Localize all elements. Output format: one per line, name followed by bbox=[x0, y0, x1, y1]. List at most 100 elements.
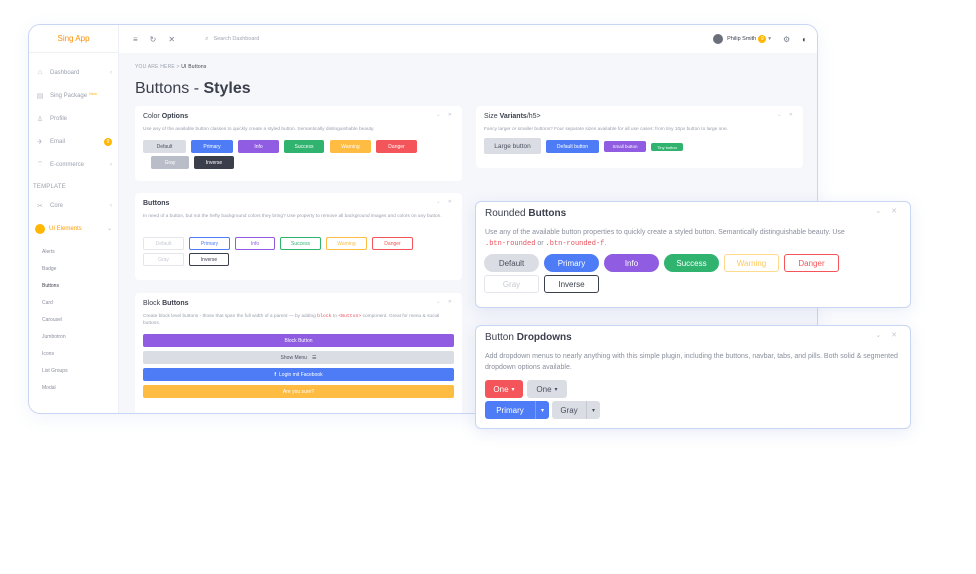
sidebar-subitem-alerts[interactable]: Alerts bbox=[29, 243, 118, 260]
close-icon[interactable]: ✕ bbox=[168, 35, 175, 44]
default-size-button[interactable]: Default button bbox=[546, 140, 599, 153]
sidebar-subitem-jumbotron[interactable]: Jumbotron bbox=[29, 328, 118, 345]
breadcrumb-current[interactable]: UI Buttons bbox=[181, 64, 206, 70]
user-name: Philip Smith bbox=[727, 36, 757, 42]
avatar bbox=[713, 34, 724, 44]
sidebar-subitem-list-groups[interactable]: List Groups bbox=[29, 362, 118, 379]
sidebar-subitem-card[interactable]: Card bbox=[29, 294, 118, 311]
menu-icon[interactable]: ≡ bbox=[133, 35, 138, 44]
sidebar-subitem-badge[interactable]: Badge bbox=[29, 260, 118, 277]
chevron-left-icon: ‹ bbox=[110, 202, 112, 209]
warning-outline-button[interactable]: Warning bbox=[326, 237, 367, 250]
facebook-login-button[interactable]: f Login mit Facebook bbox=[143, 368, 454, 381]
show-menu-button[interactable]: Show Menu ☰ bbox=[143, 351, 454, 364]
menu-icon: ☰ bbox=[311, 354, 317, 361]
danger-button[interactable]: Danger bbox=[376, 140, 417, 153]
page-title-bold: Styles bbox=[203, 80, 251, 97]
danger-outline-button[interactable]: Danger bbox=[372, 237, 413, 250]
sidebar-subitem-buttons[interactable]: Buttons bbox=[29, 277, 118, 294]
default-button[interactable]: Default bbox=[143, 140, 186, 153]
large-button[interactable]: Large button bbox=[484, 138, 541, 154]
facebook-icon: f bbox=[274, 371, 277, 378]
card-controls[interactable]: ⌄ ✕ bbox=[436, 199, 455, 205]
sidebar-item-sing-package[interactable]: ▤ Sing Package New bbox=[29, 84, 118, 107]
sidebar-item-profile[interactable]: ♙ Profile bbox=[29, 107, 118, 130]
success-button[interactable]: Success bbox=[284, 140, 324, 153]
email-badge: 9 bbox=[104, 137, 112, 146]
gray-button[interactable]: Gray bbox=[151, 156, 189, 169]
sidebar-subitem-icons[interactable]: Icons bbox=[29, 345, 118, 362]
sidebar-item-label: Core bbox=[50, 202, 64, 209]
sidebar-item-core[interactable]: ✂ Core ‹ bbox=[29, 194, 118, 217]
chevron-left-icon: ‹ bbox=[110, 69, 112, 76]
default-outline-button[interactable]: Default bbox=[143, 237, 184, 250]
inverse-button[interactable]: Inverse bbox=[194, 156, 234, 169]
search-icon: ⌕ bbox=[205, 35, 209, 42]
success-outline-button[interactable]: Success bbox=[280, 237, 321, 250]
primary-split-caret[interactable]: ▾ bbox=[535, 401, 549, 419]
gray-outline-rounded-button[interactable]: Gray bbox=[484, 275, 539, 293]
one-danger-dropdown[interactable]: One ▾ bbox=[485, 380, 523, 398]
primary-split-button[interactable]: Primary bbox=[485, 401, 535, 419]
panel-controls[interactable]: ⌄ ✕ bbox=[875, 331, 901, 339]
info-outline-button[interactable]: Info bbox=[235, 237, 275, 250]
inverse-outline-rounded-button[interactable]: Inverse bbox=[544, 275, 599, 293]
primary-outline-button[interactable]: Primary bbox=[189, 237, 230, 250]
panel-title: Button Dropdowns bbox=[485, 332, 572, 343]
small-button[interactable]: Small button bbox=[604, 141, 646, 152]
size-variants-card: Size Variants/h5> ⌄ ✕ Fancy larger or sm… bbox=[476, 106, 803, 168]
primary-rounded-button[interactable]: Primary bbox=[544, 254, 599, 272]
gray-split-button[interactable]: Gray bbox=[552, 401, 586, 419]
sidebar-subitem-carousel[interactable]: Carousel bbox=[29, 311, 118, 328]
default-rounded-button[interactable]: Default bbox=[484, 254, 539, 272]
rounded-buttons-panel: Rounded Buttons ⌄ ✕ Use any of the avail… bbox=[475, 201, 911, 308]
panel-title: Rounded Buttons bbox=[485, 208, 567, 219]
card-controls[interactable]: ⌄ ✕ bbox=[777, 112, 796, 118]
notification-badge: 9 bbox=[758, 35, 767, 43]
tiny-button[interactable]: Tiny button bbox=[651, 143, 683, 151]
info-rounded-button[interactable]: Info bbox=[604, 254, 659, 272]
profile-icon: ♙ bbox=[36, 115, 44, 123]
one-gray-dropdown[interactable]: One ▾ bbox=[527, 380, 567, 398]
card-controls[interactable]: ⌄ ✕ bbox=[436, 299, 455, 305]
card-title: Color Options bbox=[143, 113, 189, 120]
app-logo[interactable]: Sing App bbox=[29, 25, 118, 53]
gray-split-caret[interactable]: ▾ bbox=[586, 401, 600, 419]
sidebar-subitem-modal[interactable]: Modal bbox=[29, 379, 118, 396]
sidebar-item-label: UI Elements bbox=[49, 225, 82, 232]
warning-outline-rounded-button[interactable]: Warning bbox=[724, 254, 779, 272]
sidebar-item-ecommerce[interactable]: ⌔ E-commerce ‹ bbox=[29, 153, 118, 176]
block-button[interactable]: Block Button bbox=[143, 334, 454, 347]
sidebar-item-ui-elements[interactable]: UI Elements ⌄ bbox=[29, 217, 118, 240]
refresh-icon[interactable]: ↻ bbox=[150, 35, 157, 44]
page-title-light: Buttons - bbox=[135, 80, 204, 97]
sidebar-item-dashboard[interactable]: ⌂ Dashboard ‹ bbox=[29, 61, 118, 84]
block-buttons-card: Block Buttons ⌄ ✕ Create block level but… bbox=[135, 293, 462, 413]
breadcrumb-separator: > bbox=[176, 64, 180, 70]
sidebar-item-email[interactable]: ✈ Email 9 bbox=[29, 130, 118, 153]
info-button[interactable]: Info bbox=[238, 140, 279, 153]
search-input[interactable]: ⌕ Search Dashboard bbox=[205, 36, 259, 43]
gear-icon[interactable]: ⚙ bbox=[783, 35, 790, 44]
cart-icon: ⌔ bbox=[36, 161, 44, 168]
search-placeholder: Search Dashboard bbox=[213, 36, 260, 42]
chevron-down-icon: ⌄ bbox=[106, 226, 112, 232]
card-controls[interactable]: ⌄ ✕ bbox=[436, 112, 455, 118]
gray-outline-button[interactable]: Gray bbox=[143, 253, 184, 266]
inverse-outline-button[interactable]: Inverse bbox=[189, 253, 229, 266]
panel-description: Add dropdown menus to nearly anything wi… bbox=[485, 353, 898, 371]
user-menu[interactable]: Philip Smith 9 ▾ ⚙ ◐ bbox=[713, 34, 807, 44]
sidebar-item-label: E-commerce bbox=[50, 161, 85, 168]
are-you-sure-button[interactable]: Are you sure? bbox=[143, 385, 454, 398]
ui-elements-icon bbox=[35, 223, 45, 234]
warning-button[interactable]: Warning bbox=[330, 140, 371, 153]
card-description: Use any of the available button classes … bbox=[143, 127, 375, 132]
danger-outline-rounded-button[interactable]: Danger bbox=[784, 254, 839, 272]
panel-controls[interactable]: ⌄ ✕ bbox=[875, 207, 901, 215]
power-icon[interactable]: ◐ bbox=[802, 35, 807, 44]
card-title: Block Buttons bbox=[143, 300, 189, 307]
mail-icon: ✈ bbox=[37, 138, 43, 146]
primary-button[interactable]: Primary bbox=[191, 140, 233, 153]
success-rounded-button[interactable]: Success bbox=[664, 254, 719, 272]
sidebar-section-template: TEMPLATE bbox=[33, 184, 66, 190]
